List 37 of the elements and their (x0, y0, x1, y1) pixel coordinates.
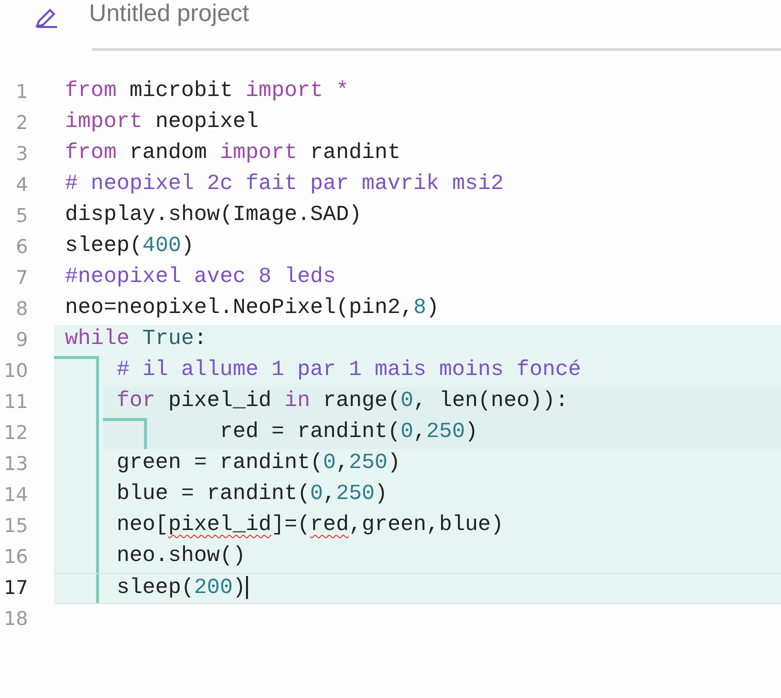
line-number: 14 (2, 483, 28, 508)
line-number: 5 (14, 204, 28, 229)
line-number: 15 (2, 514, 28, 539)
code-line: #neopixel avec 8 leds (65, 264, 336, 291)
code-line: # il allume 1 par 1 mais moins foncé (116, 357, 582, 384)
line-number: 17 (2, 576, 28, 601)
code-line: green = randint(0,250) (116, 450, 400, 477)
code-line: while True: (65, 326, 207, 353)
pencil-icon[interactable] (35, 8, 59, 28)
line-number: 3 (14, 142, 28, 167)
line-number: 10 (2, 359, 28, 384)
line-number: 16 (2, 545, 28, 570)
line-number: 4 (14, 173, 28, 198)
code-line: for pixel_id in range(0, len(neo)): (116, 388, 568, 415)
code-line: from random import randint (65, 140, 400, 167)
line-number: 13 (2, 452, 28, 477)
code-line: neo=neopixel.NeoPixel(pin2,8) (65, 295, 440, 322)
code-line: display.show(Image.SAD) (65, 202, 362, 229)
line-number: 9 (14, 328, 28, 353)
code-line: red = randint(0,250) (218, 419, 478, 446)
line-number: 6 (14, 235, 28, 260)
line-number: 2 (14, 111, 28, 136)
line-number: 11 (2, 390, 28, 415)
project-title[interactable]: Untitled project (89, 0, 250, 28)
code-line: sleep(200) (116, 574, 248, 602)
code-line: # neopixel 2c fait par mavrik msi2 (65, 171, 504, 198)
line-number: 8 (14, 297, 28, 322)
line-number: 7 (14, 266, 28, 291)
code-line: import neopixel (65, 109, 259, 136)
line-number: 12 (2, 421, 28, 446)
code-line: blue = randint(0,250) (116, 481, 388, 508)
code-line: from microbit import * (65, 78, 349, 105)
code-line: sleep(400) (65, 233, 194, 260)
line-number: 1 (14, 80, 28, 105)
code-line: neo[pixel_id]=(red,green,blue) (116, 512, 504, 539)
code-line: neo.show() (116, 543, 246, 570)
line-number: 18 (2, 607, 28, 632)
